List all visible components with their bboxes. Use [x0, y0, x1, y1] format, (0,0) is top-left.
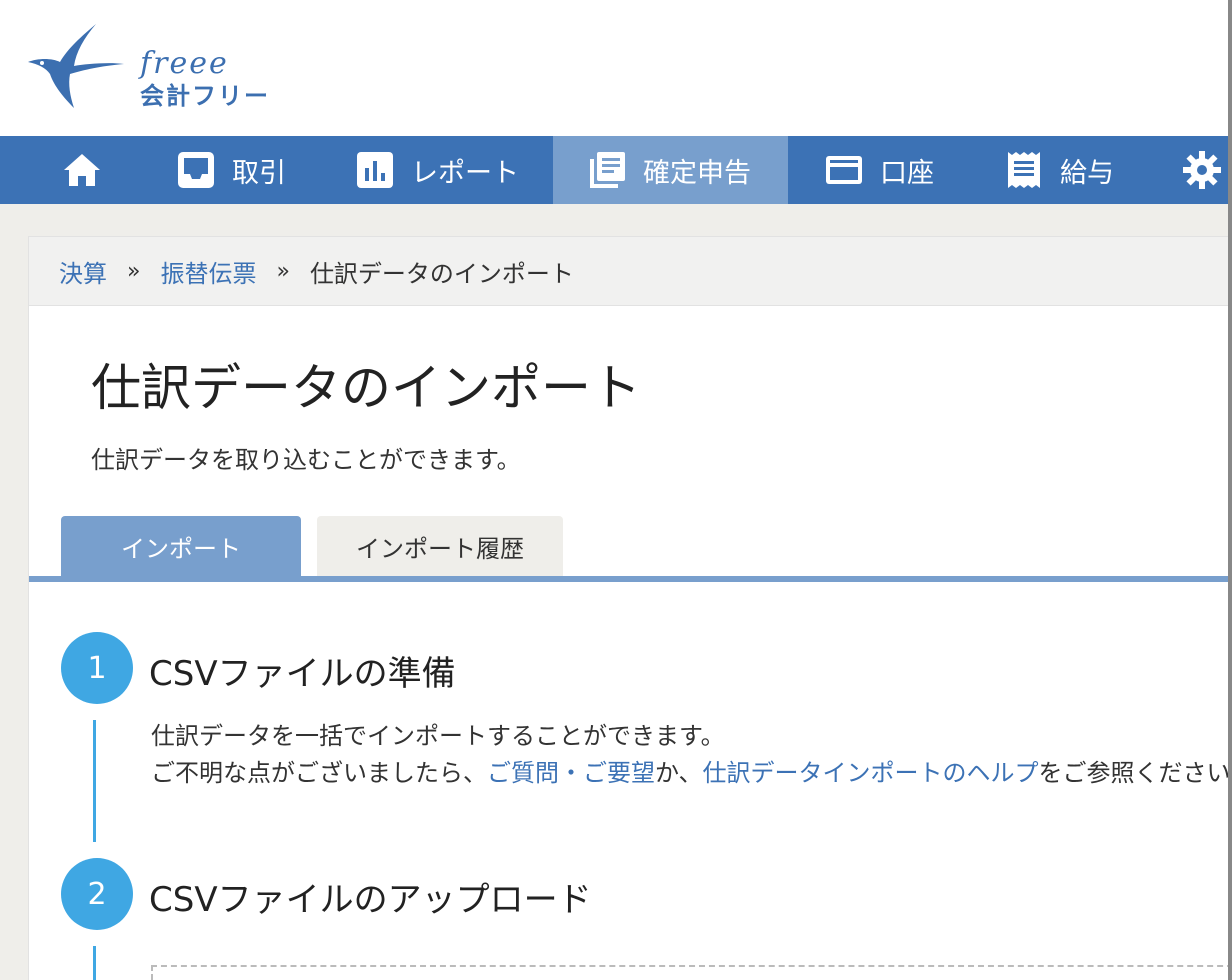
bar-chart-icon: [357, 152, 393, 188]
breadcrumb-link-furikae[interactable]: 振替伝票: [160, 254, 256, 289]
breadcrumb: 決算 » 振替伝票 » 仕訳データのインポート: [28, 236, 1228, 306]
step-1-line: [93, 720, 96, 842]
logo-name-text: 会計フリー: [140, 82, 270, 110]
nav-koza[interactable]: 口座: [824, 136, 934, 204]
nav-kyuyo[interactable]: 給与: [1004, 136, 1114, 204]
step-2-title: CSVファイルのアップロード: [149, 880, 592, 920]
breadcrumb-separator: »: [276, 258, 290, 284]
nav-torihiki[interactable]: 取引: [176, 136, 286, 204]
nav-home[interactable]: [62, 136, 102, 204]
page-title: 仕訳データのインポート: [91, 359, 641, 417]
step-1-line2: ご不明な点がございましたら、ご質問・ご要望か、仕訳データインポートのヘルプをご参…: [151, 755, 1228, 792]
nav-report[interactable]: レポート: [355, 136, 519, 204]
receipt-icon: [1008, 152, 1040, 188]
swallow-logo-icon: [28, 24, 124, 108]
step-2-number: 2: [61, 858, 133, 930]
documents-icon: [590, 152, 625, 188]
nav-kakutei-shinkoku[interactable]: 確定申告: [553, 136, 788, 204]
home-icon: [64, 154, 100, 186]
freee-logo[interactable]: freee 会計フリー: [24, 22, 284, 112]
main-nav: 取引 レポート 確定申告 口座 給与: [0, 136, 1228, 204]
gear-icon: [1183, 151, 1221, 189]
feedback-link[interactable]: ご質問・ご要望: [487, 759, 655, 787]
window-right-border: [1228, 0, 1232, 980]
step-1-text-suffix: をご参照ください。: [1038, 759, 1228, 787]
nav-label-koza: 口座: [880, 157, 934, 189]
nav-label-report: レポート: [411, 157, 519, 189]
csv-upload-dropzone[interactable]: [151, 965, 1228, 980]
step-1-text-prefix: ご不明な点がございましたら、: [151, 759, 487, 787]
tab-import-history[interactable]: インポート履歴: [317, 516, 563, 576]
import-help-link[interactable]: 仕訳データインポートのヘルプ: [703, 759, 1039, 787]
step-1-number: 1: [61, 632, 133, 704]
step-1-line1: 仕訳データを一括でインポートすることができます。: [151, 722, 725, 750]
nav-label-kakutei-shinkoku: 確定申告: [643, 157, 751, 189]
tab-underline: [29, 576, 1228, 582]
breadcrumb-link-kessan[interactable]: 決算: [59, 254, 107, 289]
step-1-text-mid: か、: [655, 759, 703, 787]
breadcrumb-separator: »: [127, 258, 141, 284]
nav-settings[interactable]: [1182, 136, 1222, 204]
step-1-title: CSVファイルの準備: [149, 654, 456, 694]
breadcrumb-current: 仕訳データのインポート: [309, 259, 574, 288]
main-content: 仕訳データのインポート 仕訳データを取り込むことができます。 インポート インポ…: [28, 306, 1228, 980]
nav-label-torihiki: 取引: [232, 157, 286, 189]
credit-card-icon: [826, 156, 862, 184]
inbox-icon: [178, 152, 214, 188]
app-header: freee 会計フリー: [0, 0, 1228, 136]
page-description: 仕訳データを取り込むことができます。: [91, 446, 521, 474]
step-2-line: [93, 946, 96, 980]
nav-label-kyuyo: 給与: [1060, 157, 1114, 189]
tab-import[interactable]: インポート: [61, 516, 301, 576]
